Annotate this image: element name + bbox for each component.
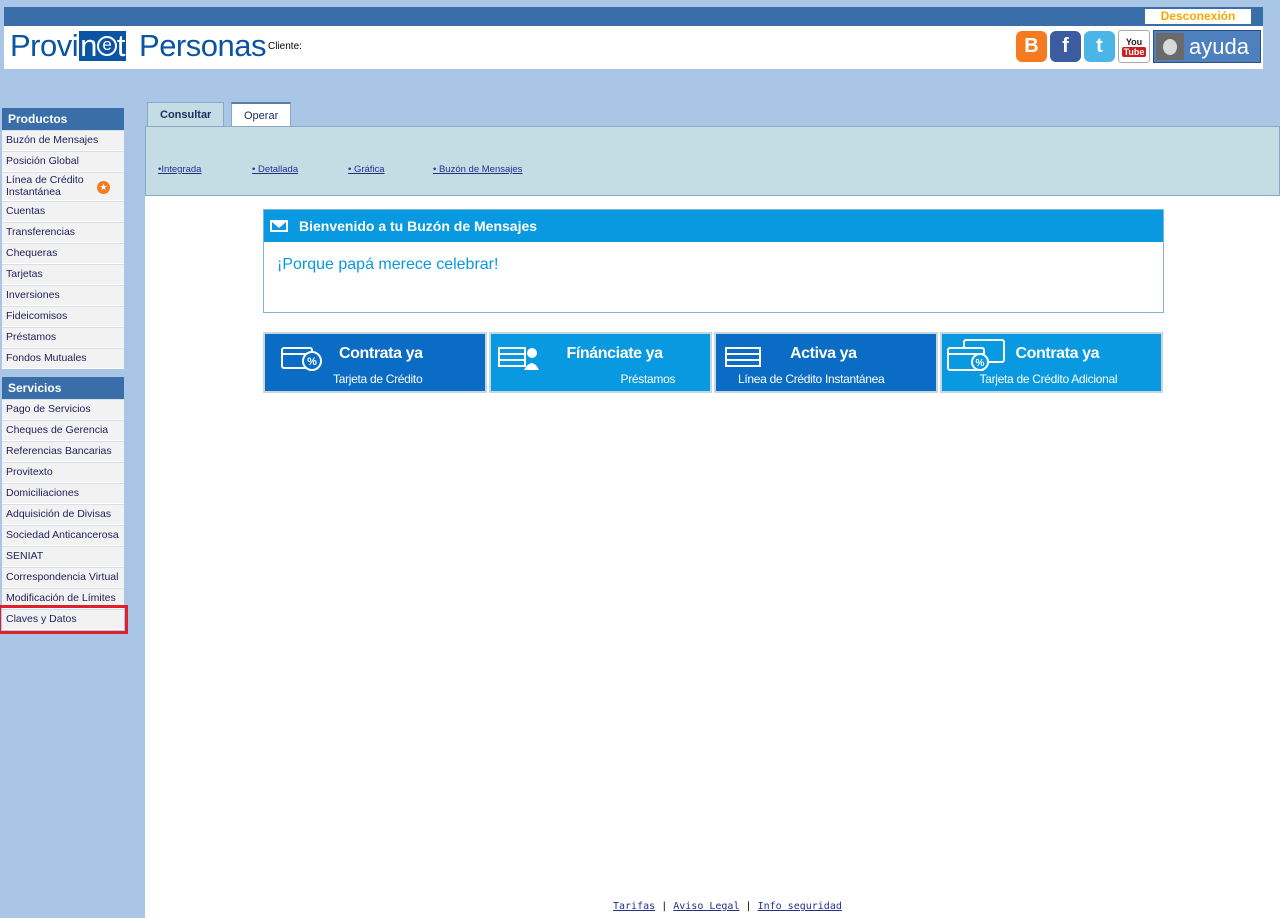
sidebar-item-posicion-global[interactable]: Posición Global (2, 151, 124, 172)
link-tarifas[interactable]: Tarifas (613, 901, 655, 912)
banner-title: Contrata ya (339, 345, 423, 362)
client-label: Cliente: (268, 41, 302, 52)
sidebar-item-prestamos[interactable]: Préstamos (2, 327, 124, 348)
facebook-icon[interactable]: f (1050, 31, 1081, 62)
sidebar-item-correspondencia-virtual[interactable]: Correspondencia Virtual (2, 567, 124, 588)
message-box-header: Bienvenido a tu Buzón de Mensajes (264, 210, 1163, 242)
footer: Tarifas | Aviso Legal | Info seguridad (613, 901, 842, 912)
sidebar-item-referencias-bancarias[interactable]: Referencias Bancarias (2, 441, 124, 462)
avatar-icon (1156, 33, 1184, 60)
sidebar-item-pago-servicios[interactable]: Pago de Servicios (2, 399, 124, 420)
sidebar-section-productos: Productos (2, 108, 124, 130)
sidebar-item-label: Línea de Crédito Instantánea (6, 174, 84, 198)
sidebar-item-modificacion-limites[interactable]: Modificación de Límites (2, 588, 124, 609)
youtube-you: You (1125, 36, 1143, 47)
message-text[interactable]: ¡Porque papá merece celebrar! (277, 256, 1163, 274)
banner-subtitle: Tarjeta de Crédito (333, 372, 423, 386)
sidebar-item-seniat[interactable]: SENIAT (2, 546, 124, 567)
youtube-icon[interactable]: You Tube (1118, 30, 1150, 63)
link-grafica[interactable]: • Gráfica (348, 164, 385, 175)
sidebar-item-sociedad-anticancerosa[interactable]: Sociedad Anticancerosa (2, 525, 124, 546)
banner-tarjeta-adicional[interactable]: % Contrata ya Tarjeta de Crédito Adicion… (939, 332, 1163, 393)
sidebar-item-chequeras[interactable]: Chequeras (2, 243, 124, 264)
message-box: Bienvenido a tu Buzón de Mensajes ¡Porqu… (263, 209, 1164, 313)
tab-panel: Consultar Operar •Integrada • Detallada … (145, 97, 1280, 196)
sidebar-item-buzon[interactable]: Buzón de Mensajes (2, 130, 124, 151)
promo-banners: % Contrata ya Tarjeta de Crédito Fínánci… (263, 332, 1163, 393)
banner-prestamos[interactable]: Fínánciate ya Préstamos (488, 332, 712, 393)
banner-subtitle: Tarjeta de Crédito Adicional (979, 372, 1118, 386)
envelope-icon (270, 220, 288, 232)
tab-operar[interactable]: Operar (231, 102, 292, 128)
sidebar-item-fideicomisos[interactable]: Fideicomisos (2, 306, 124, 327)
banner-tarjeta-credito[interactable]: % Contrata ya Tarjeta de Crédito (263, 332, 487, 393)
banner-title: Activa ya (790, 345, 857, 362)
banner-linea-credito[interactable]: Activa ya Línea de Crédito Instantánea (714, 332, 938, 393)
credit-cards-icon: % (946, 339, 1005, 371)
logo-letter-t: t (116, 28, 126, 63)
youtube-tube: Tube (1121, 46, 1147, 57)
banner-title: Contrata ya (1015, 345, 1100, 362)
tab-consultar[interactable]: Consultar (147, 102, 225, 127)
sidebar-item-transferencias[interactable]: Transferencias (2, 222, 124, 243)
sidebar-item-inversiones[interactable]: Inversiones (2, 285, 124, 306)
link-detallada[interactable]: • Detallada (252, 164, 298, 175)
svg-text:%: % (975, 358, 984, 369)
footer-separator: | (745, 901, 752, 912)
credit-card-icon: % (281, 347, 322, 371)
logo-text-provi: Provi (10, 28, 79, 63)
sidebar-item-cheques-gerencia[interactable]: Cheques de Gerencia (2, 420, 124, 441)
banner-subtitle: Línea de Crédito Instantánea (738, 372, 885, 386)
sidebar-item-tarjetas[interactable]: Tarjetas (2, 264, 124, 285)
twitter-icon[interactable]: t (1084, 31, 1115, 62)
banner-title: Fínánciate ya (566, 345, 664, 362)
main-content: Consultar Operar •Integrada • Detallada … (145, 97, 1280, 918)
logo-letter-n: n (80, 28, 97, 63)
logout-button[interactable]: Desconexión (1145, 9, 1251, 24)
social-links: B f t You Tube ayuda (1016, 30, 1261, 63)
footer-separator: | (661, 901, 668, 912)
header: Provi n e t Personas Cliente: B f t You Tube… (4, 26, 1263, 69)
sidebar-item-fondos-mutuales[interactable]: Fondos Mutuales (2, 348, 124, 369)
blogger-icon[interactable]: B (1016, 31, 1047, 62)
money-person-icon (497, 347, 539, 370)
sidebar-item-claves-datos[interactable]: Claves y Datos (0, 605, 128, 634)
top-bar: Desconexión (4, 7, 1263, 26)
sidebar-item-adquisicion-divisas[interactable]: Adquisición de Divisas (2, 504, 124, 525)
help-label: ayuda (1189, 33, 1249, 59)
sidebar-section-servicios: Servicios (2, 377, 124, 399)
provinet-logo[interactable]: Provi n e t Personas (10, 28, 266, 64)
tab-content: •Integrada • Detallada • Gráfica • Buzón… (145, 126, 1280, 196)
sidebar-item-provitexto[interactable]: Provitexto (2, 462, 124, 483)
link-buzon-mensajes[interactable]: • Buzón de Mensajes (433, 164, 522, 175)
star-icon: ★ (97, 181, 110, 194)
logo-text-personas: Personas (139, 28, 266, 63)
sidebar-item-linea-credito[interactable]: Línea de Crédito Instantánea ★ (2, 172, 124, 201)
sidebar-item-domiciliaciones[interactable]: Domiciliaciones (2, 483, 124, 504)
banner-subtitle: Préstamos (620, 372, 676, 386)
link-integrada[interactable]: •Integrada (158, 164, 201, 175)
link-aviso-legal[interactable]: Aviso Legal (673, 901, 739, 912)
link-info-seguridad[interactable]: Info seguridad (758, 901, 842, 912)
logo-box: net (79, 28, 127, 63)
sidebar: Productos Buzón de Mensajes Posición Glo… (0, 108, 128, 634)
sidebar-item-cuentas[interactable]: Cuentas (2, 201, 124, 222)
message-box-title: Bienvenido a tu Buzón de Mensajes (299, 218, 538, 234)
bills-icon (725, 347, 761, 367)
logo-letter-e: e (96, 35, 117, 56)
help-button[interactable]: ayuda (1153, 30, 1261, 63)
svg-text:%: % (307, 356, 317, 368)
